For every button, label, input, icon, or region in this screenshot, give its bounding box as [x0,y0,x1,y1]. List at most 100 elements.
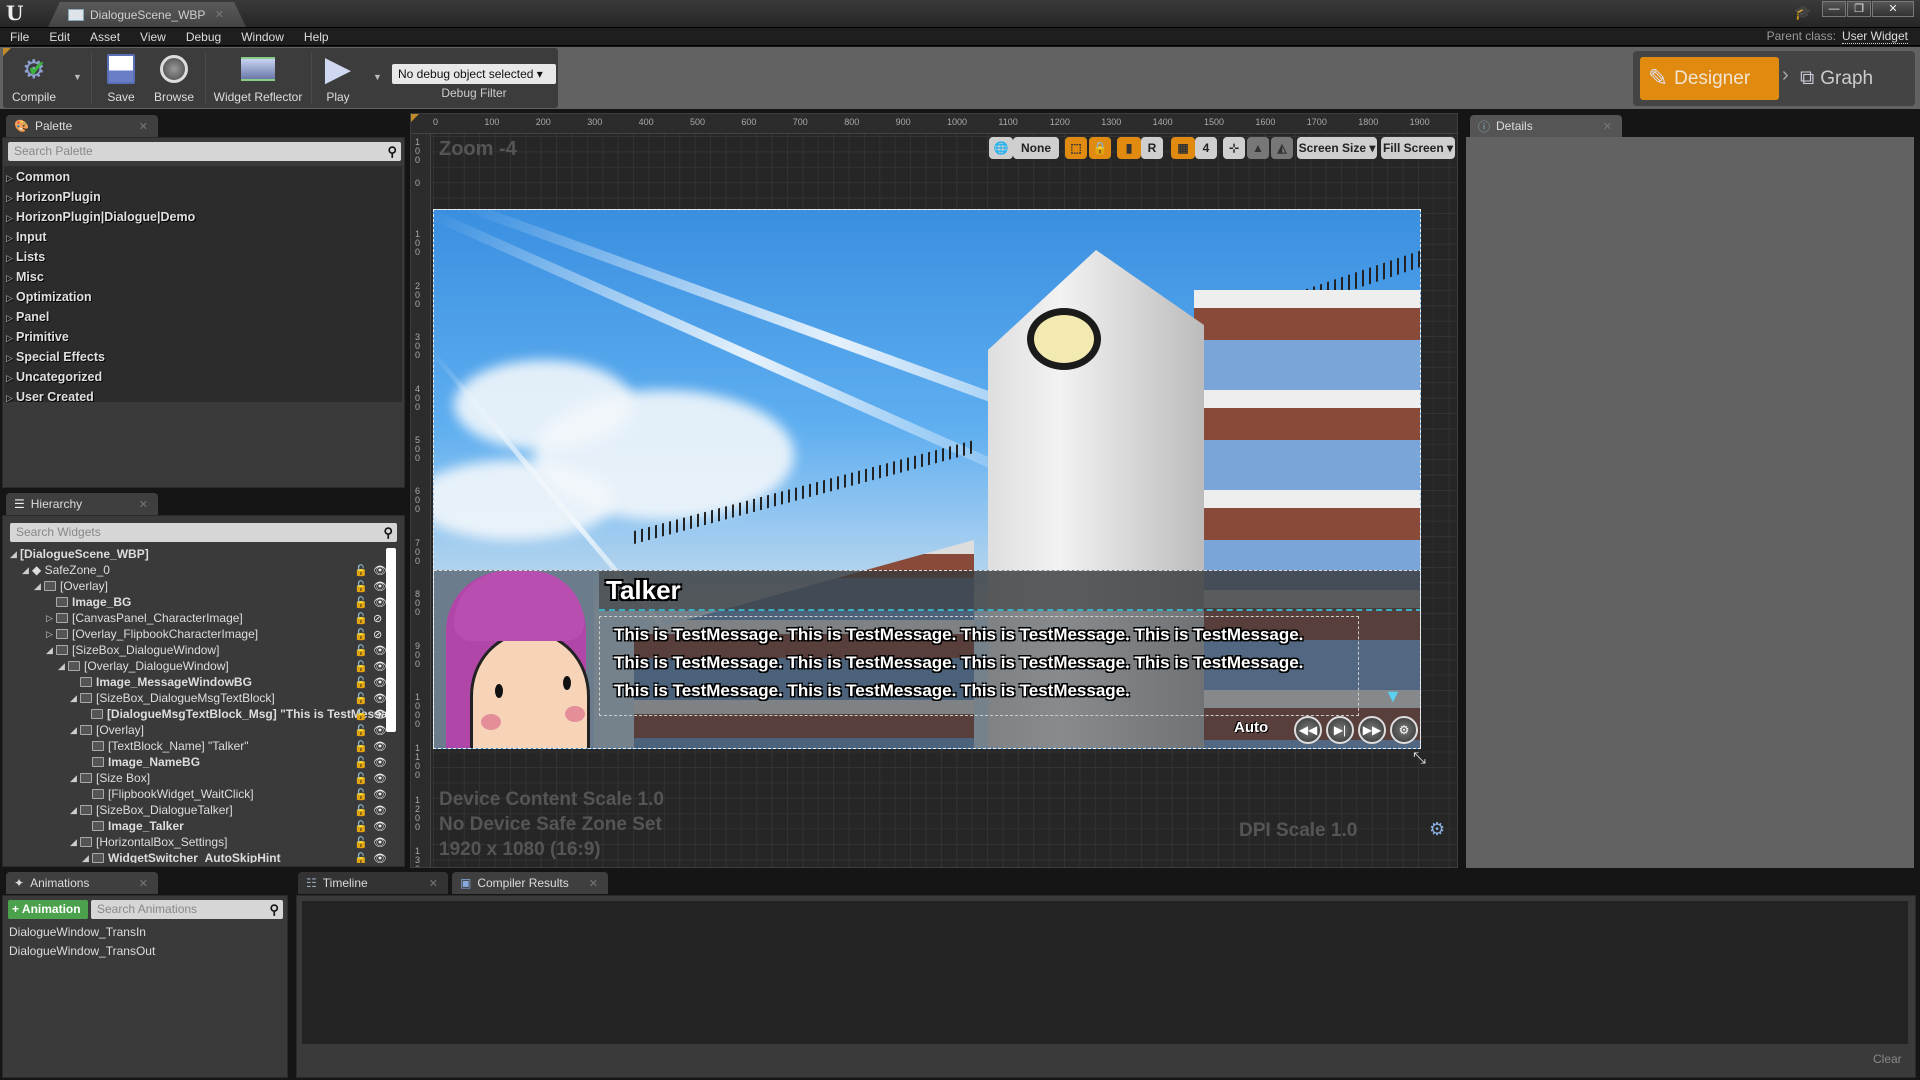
lock-icon[interactable]: 🔓 [354,580,368,593]
palette-category[interactable]: ▷ Panel [6,310,49,324]
visibility-eye-icon[interactable]: 👁 [373,740,386,753]
menu-file[interactable]: File [10,30,29,44]
fast-forward-button[interactable]: ▶▶ [1358,716,1386,744]
lock-icon[interactable]: 🔓 [354,788,368,801]
palette-category[interactable]: ▷ Primitive [6,330,69,344]
close-tab-icon[interactable]: ✕ [589,877,598,890]
lock-icon[interactable]: 🔓 [354,724,368,737]
expand-arrow-icon[interactable]: ◢ [22,565,32,576]
lock-icon[interactable]: 🔓 [354,596,368,609]
hidden-eye-icon[interactable]: ⊘ [373,628,382,641]
hierarchy-row[interactable]: ◢ [SizeBox_DialogueTalker] 🔓 👁 [6,802,386,818]
hierarchy-row[interactable]: ◢ WidgetSwitcher_AutoSkipHint 🔓 👁 [6,850,386,863]
hierarchy-row[interactable]: ▷ [Overlay_FlipbookCharacterImage] 🔓 ⊘ [6,626,386,642]
restore-button[interactable]: ❐ [1847,1,1871,17]
document-tab[interactable]: DialogueScene_WBP ✕ [48,2,246,27]
tab-animations[interactable]: ✦ Animations ✕ [6,872,158,894]
expand-arrow-icon[interactable]: ◢ [70,773,80,784]
compile-options-dropdown[interactable]: ▼ [73,72,82,82]
hierarchy-row[interactable]: Image_Talker 🔓 👁 [6,818,386,834]
hierarchy-row[interactable]: ◢ [SizeBox_DialogueMsgTextBlock] 🔓 👁 [6,690,386,706]
parent-class-link[interactable]: User Widget [1841,29,1908,44]
graph-mode-button[interactable]: ⧉ Graph [1800,57,1912,100]
visibility-eye-icon[interactable]: 👁 [373,580,386,593]
palette-category[interactable]: ▷ Uncategorized [6,370,102,384]
clear-button[interactable]: Clear [1873,1052,1902,1066]
visibility-eye-icon[interactable]: 👁 [373,564,386,577]
menu-window[interactable]: Window [241,30,284,44]
designer-viewport[interactable]: 0 100 200 300 400 500 600 700 800 900 1000 1100 1200… [410,113,1458,868]
minimize-button[interactable]: — [1822,1,1846,17]
visibility-eye-icon[interactable]: 👁 [373,788,386,801]
close-tab-icon[interactable]: ✕ [139,120,148,133]
rewind-button[interactable]: ◀◀ [1294,716,1322,744]
visibility-eye-icon[interactable]: 👁 [373,692,386,705]
tab-timeline[interactable]: ☷ Timeline ✕ [298,872,448,894]
hierarchy-row[interactable]: [TextBlock_Name] "Talker" 🔓 👁 [6,738,386,754]
save-button[interactable]: Save [98,48,144,108]
outline-toggle[interactable]: ⬚ [1065,137,1087,159]
hierarchy-row[interactable]: Image_MessageWindowBG 🔓 👁 [6,674,386,690]
screen-size-dropdown[interactable]: Screen Size ▾ [1297,137,1377,159]
tab-hierarchy[interactable]: ☰ Hierarchy ✕ [6,493,158,515]
expand-arrow-icon[interactable]: ◢ [34,581,44,592]
lock-icon[interactable]: 🔓 [354,772,368,785]
menu-edit[interactable]: Edit [49,30,70,44]
hierarchy-row[interactable]: ◢ [Overlay] 🔓 👁 [6,578,386,594]
expand-arrow-icon[interactable]: ◢ [70,693,80,704]
hierarchy-search-input[interactable]: Search Widgets ⚲ [10,523,397,542]
lock-icon[interactable]: 🔓 [354,676,368,689]
play-options-dropdown[interactable]: ▼ [373,72,382,82]
lock-icon[interactable]: 🔓 [354,564,368,577]
lock-icon[interactable]: 🔓 [354,708,368,721]
visibility-eye-icon[interactable]: 👁 [373,676,386,689]
widget-reflector-button[interactable]: Widget Reflector [210,48,306,108]
tutorial-cap-icon[interactable]: 🎓 [1794,4,1811,20]
compile-button[interactable]: ⚙ ✔ Compile [5,48,63,108]
palette-category[interactable]: ▷ Input [6,230,47,244]
lock-icon[interactable]: 🔓 [354,820,368,833]
palette-search-input[interactable]: Search Palette ⚲ [8,142,401,161]
palette-category[interactable]: ▷ Lists [6,250,45,264]
grid-snap-value-dropdown[interactable]: 4 [1195,137,1217,159]
palette-category[interactable]: ▷ Optimization [6,290,92,304]
lock-icon[interactable]: 🔓 [354,660,368,673]
hierarchy-row[interactable]: Image_BG 🔓 👁 [6,594,386,610]
lock-icon[interactable]: 🔓 [354,740,368,753]
background-toggle[interactable]: ▲ [1247,137,1269,159]
designer-mode-button[interactable]: ✎ Designer [1640,57,1779,100]
hierarchy-row[interactable]: [DialogueMsgTextBlock_Msg] "This is Test… [6,706,386,722]
expand-arrow-icon[interactable]: ◢ [70,837,80,848]
hierarchy-row[interactable]: ◢ [SizeBox_DialogueWindow] 🔓 👁 [6,642,386,658]
visibility-eye-icon[interactable]: 👁 [373,772,386,785]
menu-asset[interactable]: Asset [90,30,120,44]
localization-button[interactable]: 🌐 [989,137,1013,159]
menu-help[interactable]: Help [304,30,329,44]
visibility-eye-icon[interactable]: 👁 [373,708,386,721]
expand-arrow-icon[interactable]: ◢ [46,645,56,656]
expand-arrow-icon[interactable]: ◢ [10,549,20,560]
tab-compiler-results[interactable]: ▣ Compiler Results ✕ [452,872,608,894]
grid-snap-toggle[interactable]: ▦ [1171,137,1195,159]
expand-arrow-icon[interactable]: ◢ [82,853,92,864]
menu-debug[interactable]: Debug [186,30,221,44]
close-tab-icon[interactable]: ✕ [1603,120,1612,133]
expand-arrow-icon[interactable]: ▷ [46,629,56,640]
hierarchy-row[interactable]: ◢ [DialogueScene_WBP] [6,546,386,562]
hierarchy-row[interactable]: ◢ [Size Box] 🔓 👁 [6,770,386,786]
tab-details[interactable]: ⓘ Details ✕ [1470,115,1622,137]
visibility-eye-icon[interactable]: 👁 [373,756,386,769]
hierarchy-scrollbar[interactable] [386,548,396,732]
resize-handle-icon[interactable]: ⤡ [1413,750,1426,768]
skip-button[interactable]: ▶| [1326,716,1354,744]
expand-arrow-icon[interactable]: ◢ [70,805,80,816]
visibility-eye-icon[interactable]: 👁 [373,852,386,864]
palette-category[interactable]: ▷ Special Effects [6,350,105,364]
close-tab-icon[interactable]: ✕ [215,8,224,21]
palette-category[interactable]: ▷ HorizonPlugin|Dialogue|Demo [6,210,195,224]
lock-icon[interactable]: 🔓 [354,692,368,705]
visibility-eye-icon[interactable]: 👁 [373,644,386,657]
lock-toggle[interactable]: 🔒 [1089,137,1111,159]
zoom-to-fit-button[interactable]: ⊹ [1223,137,1245,159]
rotation-snap-button[interactable]: R [1141,137,1163,159]
